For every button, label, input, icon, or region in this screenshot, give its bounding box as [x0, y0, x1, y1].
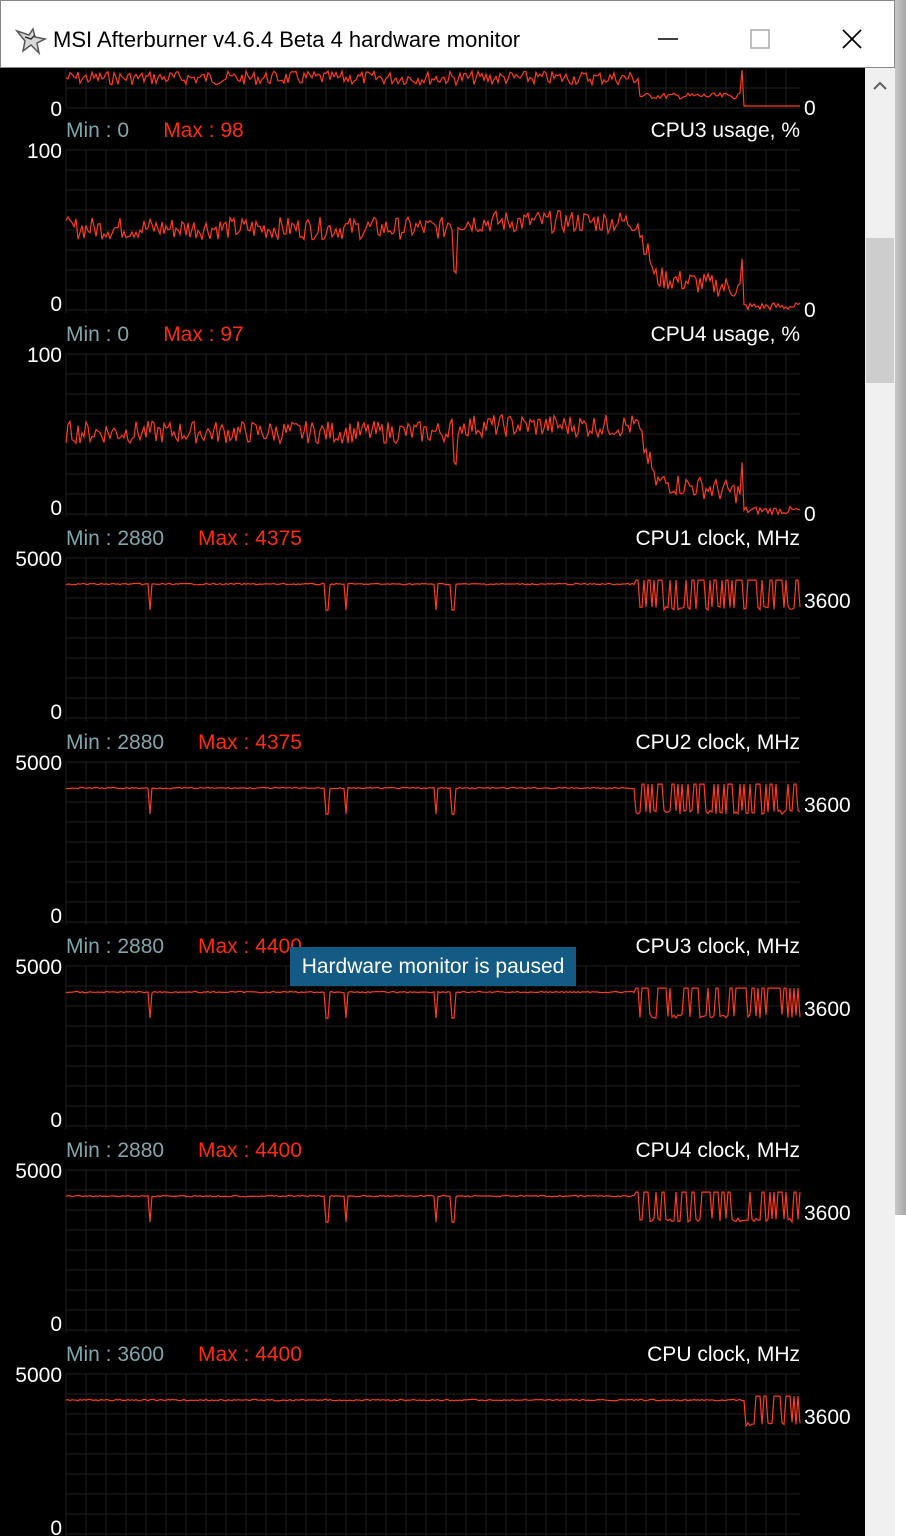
hardware-monitor-panel[interactable]: 0 0 Min : 0 Max : 98 CPU3 usage, % 100 0 0 Min :… [0, 68, 865, 1536]
current-value-label: 3600 [804, 794, 851, 817]
minimize-button[interactable] [643, 15, 693, 63]
graph-title: CPU clock, MHz [647, 1343, 800, 1366]
graph-title: CPU4 usage, % [651, 323, 800, 346]
graph-max-label: Max : 4375 [198, 731, 302, 754]
maximize-button[interactable] [735, 15, 785, 63]
y-min-label: 0 [50, 1109, 62, 1132]
graph-grid [65, 68, 800, 109]
close-icon [842, 29, 862, 49]
graph-min-label: Min : 2880 [66, 731, 164, 754]
usage-line [65, 413, 801, 517]
graph-max-label: Max : 98 [163, 119, 244, 142]
graph-title: CPU3 clock, MHz [635, 935, 800, 958]
current-value-label: 3600 [804, 1406, 851, 1429]
y-max-label: 5000 [15, 548, 62, 571]
graph-title: CPU3 usage, % [651, 119, 800, 142]
current-value-label: 3600 [804, 590, 851, 613]
graph-grid [65, 557, 800, 721]
close-button[interactable] [827, 15, 877, 63]
graph-max-label: Max : 4400 [198, 1139, 302, 1162]
graph-grid [65, 761, 800, 925]
graph-title: CPU1 clock, MHz [635, 527, 800, 550]
y-max-label: 5000 [15, 1364, 62, 1387]
graph-min-label: Min : 3600 [66, 1343, 164, 1366]
y-min-label: 0 [50, 701, 62, 724]
scroll-up-arrow-icon[interactable] [872, 80, 888, 92]
window-title: MSI Afterburner v4.6.4 Beta 4 hardware m… [53, 27, 521, 52]
clock-line [65, 987, 801, 1019]
vertical-scrollbar[interactable] [865, 68, 895, 1536]
clock-line [65, 579, 801, 612]
current-value-label: 0 [804, 97, 816, 120]
graph-grid [65, 965, 800, 1129]
graph-grid [65, 149, 800, 313]
maximize-icon [750, 29, 770, 49]
minimize-icon [658, 38, 678, 40]
current-value-label: 3600 [804, 998, 851, 1021]
msi-afterburner-icon [15, 27, 47, 56]
y-max-label: 5000 [15, 1160, 62, 1183]
graph-grid [65, 1373, 800, 1536]
graph-grid [65, 353, 800, 517]
graph-min-label: Min : 2880 [66, 935, 164, 958]
y-max-label: 100 [27, 140, 62, 163]
graph-max-label: Max : 4375 [198, 527, 302, 550]
usage-line [65, 209, 801, 312]
y-max-label: 5000 [15, 956, 62, 979]
graph-title: CPU2 clock, MHz [635, 731, 800, 754]
y-min-label: 0 [50, 293, 62, 316]
clock-line [65, 1395, 801, 1428]
current-value-label: 0 [804, 299, 816, 322]
scrollbar-thumb[interactable] [866, 238, 894, 383]
graph-max-label: Max : 97 [163, 323, 244, 346]
graph-max-label: Max : 4400 [198, 1343, 302, 1366]
clock-line [65, 1191, 801, 1224]
graph-max-label: Max : 4400 [198, 935, 302, 958]
graph-min-label: Min : 0 [66, 323, 129, 346]
y-min-label: 0 [50, 1517, 62, 1536]
title-bar[interactable]: MSI Afterburner v4.6.4 Beta 4 hardware m… [0, 0, 895, 68]
current-value-label: 3600 [804, 1202, 851, 1225]
y-min-label: 0 [50, 98, 62, 121]
clock-line [65, 783, 801, 816]
background-window-edge [895, 0, 906, 1536]
graph-grid [65, 1169, 800, 1333]
graph-min-label: Min : 0 [66, 119, 129, 142]
current-value-label: 0 [804, 503, 816, 526]
y-max-label: 100 [27, 344, 62, 367]
monitor-graphs: 0 0Min : 0 Max : 98 CPU3 usage, %1000 0Min :… [15, 68, 851, 1536]
y-min-label: 0 [50, 497, 62, 520]
graph-min-label: Min : 2880 [66, 527, 164, 550]
y-min-label: 0 [50, 905, 62, 928]
paused-status-label: Hardware monitor is paused [290, 947, 576, 986]
y-min-label: 0 [50, 1313, 62, 1336]
graph-title: CPU4 clock, MHz [635, 1139, 800, 1162]
graph-min-label: Min : 2880 [66, 1139, 164, 1162]
y-max-label: 5000 [15, 752, 62, 775]
